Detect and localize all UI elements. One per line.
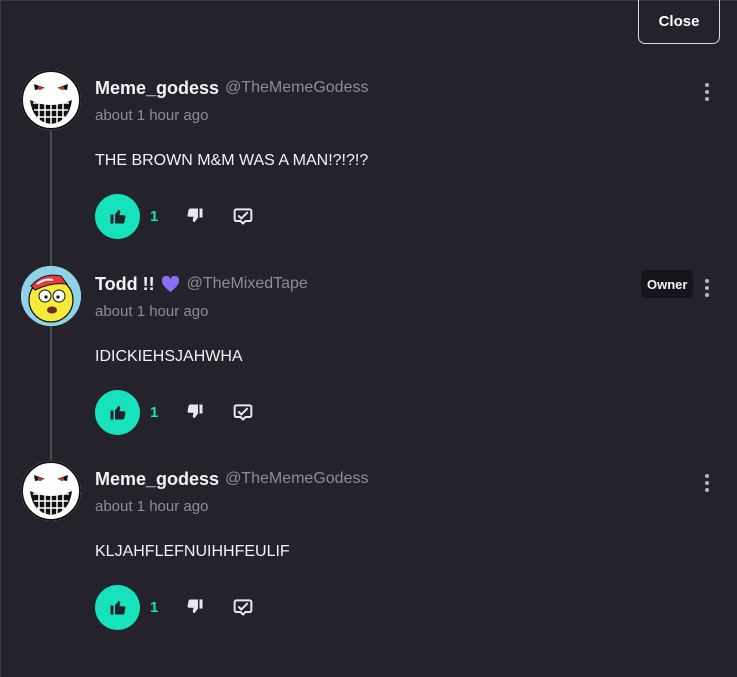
comment-text: IDICKIEHSJAHWHA bbox=[95, 348, 243, 365]
author-handle[interactable]: @TheMixedTape bbox=[187, 275, 308, 293]
author-name[interactable]: Meme_godess bbox=[95, 78, 219, 99]
like-count: 1 bbox=[150, 207, 159, 225]
purple-heart-icon bbox=[161, 274, 181, 294]
like-button[interactable] bbox=[95, 193, 140, 239]
owner-badge: Owner bbox=[641, 270, 694, 298]
timestamp: about 1 hour ago bbox=[95, 303, 209, 320]
author-row: Meme_godess @TheMemeGodess bbox=[95, 77, 368, 99]
comment-text: KLJAHFLEFNUIHHFEULIF bbox=[95, 543, 290, 560]
author-name[interactable]: Todd !! bbox=[95, 274, 155, 295]
author-row: Meme_godess @TheMemeGodess bbox=[95, 468, 368, 490]
more-options-button[interactable] bbox=[697, 276, 717, 300]
avatar[interactable] bbox=[21, 266, 81, 326]
author-handle[interactable]: @TheMemeGodess bbox=[225, 470, 368, 488]
cartoon-character-avatar-icon bbox=[21, 266, 81, 326]
like-count: 1 bbox=[150, 598, 159, 616]
reply-button[interactable] bbox=[228, 397, 258, 427]
reply-icon bbox=[233, 599, 253, 616]
like-button[interactable] bbox=[95, 389, 140, 435]
comment: Meme_godess @TheMemeGodess about 1 hour … bbox=[0, 461, 737, 657]
thumbs-up-icon bbox=[110, 210, 125, 224]
reply-icon bbox=[233, 404, 253, 421]
avatar[interactable] bbox=[21, 70, 81, 130]
thumbs-down-icon bbox=[187, 599, 203, 613]
dislike-button[interactable] bbox=[180, 592, 210, 622]
dislike-button[interactable] bbox=[180, 397, 210, 427]
comment-actions: 1 bbox=[95, 193, 258, 239]
thumbs-down-icon bbox=[187, 208, 203, 222]
timestamp: about 1 hour ago bbox=[95, 107, 209, 124]
close-button[interactable]: Close bbox=[638, 0, 720, 44]
thumbs-up-icon bbox=[110, 601, 125, 615]
reply-button[interactable] bbox=[228, 201, 258, 231]
author-name[interactable]: Meme_godess bbox=[95, 469, 219, 490]
comment-actions: 1 bbox=[95, 584, 258, 630]
comment: Meme_godess @TheMemeGodess about 1 hour … bbox=[0, 70, 737, 266]
grinning-face-avatar-icon bbox=[21, 461, 81, 521]
reply-icon bbox=[233, 208, 253, 225]
thumbs-up-icon bbox=[110, 406, 125, 420]
like-count: 1 bbox=[150, 403, 159, 421]
timestamp: about 1 hour ago bbox=[95, 498, 209, 515]
thumbs-down-icon bbox=[187, 404, 203, 418]
comment-text: THE BROWN M&M WAS A MAN!?!?!? bbox=[95, 152, 369, 169]
like-button[interactable] bbox=[95, 584, 140, 630]
grinning-face-avatar-icon bbox=[21, 70, 81, 130]
author-row: Todd !! @TheMixedTape bbox=[95, 273, 308, 295]
avatar[interactable] bbox=[21, 461, 81, 521]
reply-button[interactable] bbox=[228, 592, 258, 622]
more-options-button[interactable] bbox=[697, 80, 717, 104]
more-options-button[interactable] bbox=[697, 471, 717, 495]
dislike-button[interactable] bbox=[180, 201, 210, 231]
comment: Todd !! @TheMixedTape about 1 hour ago I… bbox=[0, 266, 737, 462]
comment-actions: 1 bbox=[95, 389, 258, 435]
author-handle[interactable]: @TheMemeGodess bbox=[225, 79, 368, 97]
